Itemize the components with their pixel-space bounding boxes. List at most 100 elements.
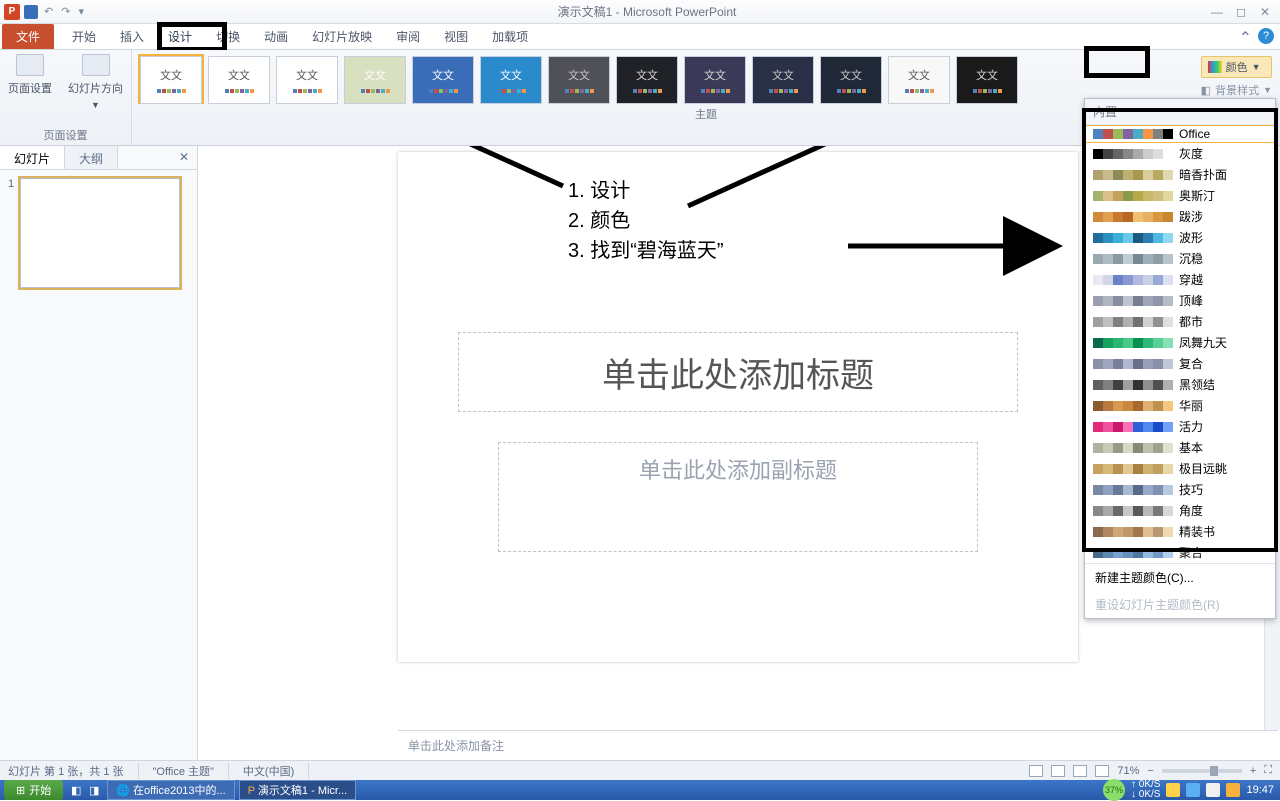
zoom-in-icon[interactable]: + [1250,765,1256,777]
colors-button[interactable]: 颜色▼ [1201,56,1272,78]
color-scheme-item[interactable]: 顶峰 [1085,290,1275,311]
tab-animations[interactable]: 动画 [252,24,300,49]
color-scheme-label: 跋涉 [1179,208,1203,225]
color-scheme-label: 沉稳 [1179,250,1203,267]
theme-thumb[interactable]: 文文 [480,56,542,104]
color-scheme-item[interactable]: 聚合 [1085,542,1275,563]
color-scheme-item[interactable]: 跋涉 [1085,206,1275,227]
color-scheme-item[interactable]: 都市 [1085,311,1275,332]
taskbar-item[interactable]: P 演示文稿1 - Micr... [239,780,356,800]
tab-insert[interactable]: 插入 [108,24,156,49]
undo-icon[interactable]: ↶ [42,5,55,18]
clock[interactable]: 19:47 [1246,784,1274,796]
battery-badge[interactable]: 37% [1103,779,1125,801]
theme-thumb[interactable]: 文文 [888,56,950,104]
quicklaunch-icon[interactable]: ◧ [67,784,85,797]
color-scheme-item[interactable]: 穿越 [1085,269,1275,290]
theme-thumb[interactable]: 文文 [616,56,678,104]
color-scheme-item[interactable]: 黑领结 [1085,374,1275,395]
outline-tab[interactable]: 大纲 [65,146,118,169]
theme-thumb[interactable]: 文文 [548,56,610,104]
color-scheme-label: 精装书 [1179,523,1215,540]
theme-thumb[interactable]: 文文 [276,56,338,104]
file-tab[interactable]: 文件 [2,24,54,49]
theme-thumb[interactable]: 文文 [344,56,406,104]
zoom-out-icon[interactable]: − [1147,765,1153,777]
color-scheme-label: 基本 [1179,439,1203,456]
color-scheme-item[interactable]: 波形 [1085,227,1275,248]
theme-thumb[interactable]: 文文 [684,56,746,104]
slide-thumbnail[interactable]: 1 [8,178,189,288]
color-scheme-item[interactable]: 极目远眺 [1085,458,1275,479]
quicklaunch-icon[interactable]: ◨ [85,784,103,797]
tab-slideshow[interactable]: 幻灯片放映 [300,24,384,49]
theme-thumb[interactable]: 文文 [412,56,474,104]
color-scheme-item[interactable]: Office [1085,125,1275,143]
qat-more-icon[interactable]: ▾ [76,5,86,18]
ribbon-minimize-icon[interactable]: ⌃ [1239,28,1252,48]
tab-transitions[interactable]: 切换 [204,24,252,49]
tab-view[interactable]: 视图 [432,24,480,49]
minimize-icon[interactable]: — [1208,5,1226,19]
color-scheme-item[interactable]: 技巧 [1085,479,1275,500]
zoom-level[interactable]: 71% [1117,765,1139,777]
color-scheme-item[interactable]: 沉稳 [1085,248,1275,269]
slideshow-view-icon[interactable] [1095,765,1109,777]
color-scheme-item[interactable]: 暗香扑面 [1085,164,1275,185]
theme-thumb[interactable]: 文文 [820,56,882,104]
close-icon[interactable]: ✕ [1256,5,1274,19]
annotation-text: 1. 设计 2. 颜色 3. 找到“碧海蓝天” [568,176,724,266]
tab-design[interactable]: 设计 [156,24,204,49]
color-scheme-item[interactable]: 精装书 [1085,521,1275,542]
color-scheme-item[interactable]: 角度 [1085,500,1275,521]
color-scheme-menu: 内置 Office灰度暗香扑面奥斯汀跋涉波形沉稳穿越顶峰都市凤舞九天复合黑领结华… [1084,98,1276,619]
color-scheme-item[interactable]: 活力 [1085,416,1275,437]
slide-canvas[interactable]: 单击此处添加标题 单击此处添加副标题 [398,152,1078,662]
color-scheme-item[interactable]: 华丽 [1085,395,1275,416]
language-status[interactable]: 中文(中国) [243,763,309,779]
title-placeholder[interactable]: 单击此处添加标题 [458,332,1018,412]
tray-icon[interactable] [1186,783,1200,797]
color-scheme-item[interactable]: 基本 [1085,437,1275,458]
zoom-slider[interactable] [1162,769,1242,773]
sorter-view-icon[interactable] [1051,765,1065,777]
tab-review[interactable]: 审阅 [384,24,432,49]
theme-thumb[interactable]: 文文 [208,56,270,104]
tab-home[interactable]: 开始 [60,24,108,49]
color-scheme-label: 都市 [1179,313,1203,330]
background-style-button[interactable]: ◧背景样式▼ [1201,82,1272,98]
maximize-icon[interactable]: ◻ [1232,5,1250,19]
slide-orientation-button[interactable]: 幻灯片方向▼ [68,54,123,110]
tray-shield-icon[interactable] [1226,783,1240,797]
slides-tab[interactable]: 幻灯片 [0,146,65,169]
color-scheme-item[interactable]: 凤舞九天 [1085,332,1275,353]
panel-close-icon[interactable]: ✕ [171,146,197,169]
slide-thumb-image [20,178,180,288]
theme-thumb[interactable]: 文文 [140,56,202,104]
fit-window-icon[interactable]: ⛶ [1264,764,1272,777]
taskbar-item[interactable]: 🌐 在office2013中的... [107,780,235,800]
help-icon[interactable]: ? [1258,28,1274,44]
color-scheme-item[interactable]: 灰度 [1085,143,1275,164]
tab-addins[interactable]: 加载项 [480,24,540,49]
color-scheme-item[interactable]: 复合 [1085,353,1275,374]
reading-view-icon[interactable] [1073,765,1087,777]
color-scheme-label: 极目远眺 [1179,460,1227,477]
redo-icon[interactable]: ↷ [59,5,72,18]
page-setup-button[interactable]: 页面设置 [8,54,52,110]
start-button[interactable]: ⊞开始 [4,780,63,800]
color-scheme-label: 奥斯汀 [1179,187,1215,204]
save-icon[interactable] [24,5,38,19]
normal-view-icon[interactable] [1029,765,1043,777]
tray-icon[interactable] [1166,783,1180,797]
color-scheme-item[interactable]: 奥斯汀 [1085,185,1275,206]
reset-theme-colors: 重设幻灯片主题颜色(R) [1085,591,1275,618]
theme-thumb[interactable]: 文文 [752,56,814,104]
notes-pane[interactable]: 单击此处添加备注 [398,730,1278,760]
subtitle-placeholder[interactable]: 单击此处添加副标题 [498,442,978,552]
new-theme-colors[interactable]: 新建主题颜色(C)... [1085,564,1275,591]
slide-counter: 幻灯片 第 1 张，共 1 张 [8,763,139,779]
color-scheme-label: 顶峰 [1179,292,1203,309]
tray-icon[interactable] [1206,783,1220,797]
theme-thumb[interactable]: 文文 [956,56,1018,104]
